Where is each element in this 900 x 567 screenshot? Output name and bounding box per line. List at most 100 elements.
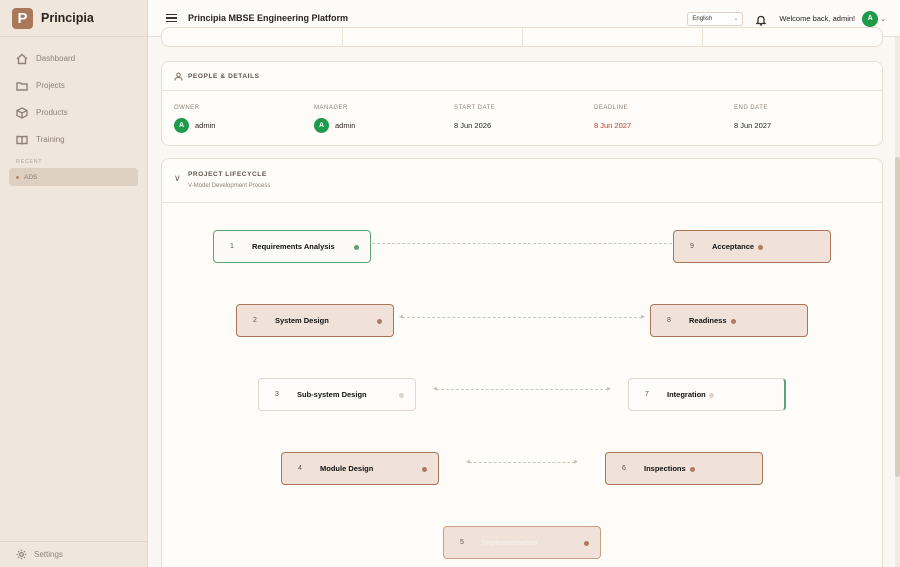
node-number: 1 — [230, 243, 234, 250]
user-avatar[interactable]: A — [862, 10, 879, 27]
chevron-down-icon[interactable]: ⌄ — [880, 15, 886, 23]
user-icon — [174, 71, 183, 81]
status-dot-icon — [584, 541, 589, 546]
card-subtitle: V-Model Development Process — [188, 183, 271, 189]
status-dot-icon — [422, 467, 427, 472]
people-details-card: PEOPLE & DETAILS OWNER A admin MANAGER A… — [161, 61, 883, 146]
connector-1-9 — [372, 243, 672, 244]
recent-item-ads[interactable]: ADS — [9, 168, 138, 186]
end-date-value: 8 Jun 2027 — [734, 120, 772, 130]
sidebar-item-dashboard[interactable]: Dashboard — [0, 45, 147, 72]
node-label: Sub-system Design — [297, 390, 367, 399]
brand[interactable]: P Principia — [0, 0, 147, 37]
node-label: Readiness — [689, 316, 727, 325]
welcome-text: Welcome back, admin! — [779, 14, 856, 23]
folder-icon — [16, 81, 28, 91]
sidebar-item-products[interactable]: Products — [0, 99, 147, 126]
status-dot-icon — [709, 393, 714, 398]
deadline-label: DEADLINE — [594, 105, 629, 111]
node-number: 9 — [690, 243, 694, 250]
manager-value: admin — [335, 120, 356, 130]
recent-item-label: ADS — [24, 173, 38, 181]
brand-name: Principia — [41, 11, 94, 25]
deadline-value: 8 Jun 2027 — [594, 120, 632, 130]
status-dot-icon — [731, 319, 736, 324]
sidebar-item-label: Projects — [36, 81, 65, 90]
main-scrollbar[interactable] — [895, 37, 900, 567]
node-number: 8 — [667, 317, 671, 324]
end-date-label: END DATE — [734, 105, 768, 111]
bell-icon[interactable] — [755, 13, 767, 26]
lifecycle-node-integration[interactable]: 7 Integration — [628, 378, 786, 411]
connector-3-7: ◀ ▶ — [433, 386, 611, 392]
settings-label: Settings — [34, 550, 63, 559]
lifecycle-node-readiness[interactable]: 8 Readiness — [650, 304, 808, 337]
avatar: A — [314, 117, 329, 133]
sidebar-item-settings[interactable]: Settings — [0, 541, 148, 567]
owner-field: OWNER A admin — [174, 105, 314, 133]
sidebar-item-training[interactable]: Training — [0, 126, 147, 153]
connector-2-8: ◀ ▶ — [399, 314, 645, 320]
sidebar-item-label: Training — [36, 135, 65, 144]
book-icon — [16, 135, 28, 145]
node-label: Module Design — [320, 464, 374, 473]
node-number: 7 — [645, 391, 649, 398]
status-dot-icon — [354, 245, 359, 250]
node-number: 3 — [275, 391, 279, 398]
project-stats-card — [161, 27, 883, 47]
end-date-field: END DATE 8 Jun 2027 — [734, 105, 874, 133]
node-number: 4 — [298, 465, 302, 472]
app-title: Principia MBSE Engineering Platform — [188, 13, 349, 23]
chevron-down-icon: ⌄ — [733, 16, 739, 22]
status-dot-icon — [399, 393, 404, 398]
recent-dot-icon — [16, 175, 19, 179]
sidebar: P Principia Dashboard Projects Products … — [0, 0, 148, 567]
node-label: Requirements Analysis — [252, 242, 335, 251]
owner-value: admin — [195, 120, 216, 130]
lifecycle-node-system-design[interactable]: 2 System Design — [236, 304, 394, 337]
sidebar-item-label: Products — [36, 108, 68, 117]
status-dot-icon — [758, 245, 763, 250]
card-title: PROJECT LIFECYCLE — [188, 171, 267, 178]
recent-title: RECENT — [16, 159, 43, 165]
lifecycle-node-inspections[interactable]: 6 Inspections — [605, 452, 763, 485]
sidebar-nav: Dashboard Projects Products Training — [0, 37, 147, 153]
manager-label: MANAGER — [314, 105, 348, 111]
scroll-thumb[interactable] — [895, 157, 900, 477]
lifecycle-node-implementation[interactable]: 5 Implementation — [443, 526, 601, 559]
logo: P — [12, 7, 33, 29]
node-number: 6 — [622, 465, 626, 472]
chevron-down-icon[interactable]: ∨ — [174, 173, 181, 184]
node-number: 5 — [460, 539, 464, 546]
connector-4-6: ◀ ▶ — [466, 459, 578, 465]
manager-field: MANAGER A admin — [314, 105, 454, 133]
node-label: Implementation — [482, 538, 538, 547]
node-number: 2 — [253, 317, 257, 324]
home-icon — [16, 53, 28, 64]
avatar: A — [174, 117, 189, 133]
gear-icon — [16, 549, 27, 560]
sidebar-item-projects[interactable]: Projects — [0, 72, 147, 99]
start-date-label: START DATE — [454, 105, 496, 111]
status-dot-icon — [377, 319, 382, 324]
lifecycle-node-module-design[interactable]: 4 Module Design — [281, 452, 439, 485]
card-title: PEOPLE & DETAILS — [188, 72, 260, 80]
deadline-field: DEADLINE 8 Jun 2027 — [594, 105, 734, 133]
node-label: Inspections — [644, 464, 686, 473]
lifecycle-header[interactable]: ∨ PROJECT LIFECYCLE V-Model Development … — [162, 159, 882, 203]
node-label: Acceptance — [712, 242, 755, 251]
node-label: System Design — [275, 316, 329, 325]
lifecycle-node-requirements-analysis[interactable]: 1 Requirements Analysis — [213, 230, 371, 263]
start-date-field: START DATE 8 Jun 2026 — [454, 105, 594, 133]
status-dot-icon — [690, 467, 695, 472]
lifecycle-node-sub-system-design[interactable]: 3 Sub-system Design — [258, 378, 416, 411]
project-lifecycle-card: ∨ PROJECT LIFECYCLE V-Model Development … — [161, 158, 883, 567]
language-value: English — [692, 15, 713, 22]
node-label: Integration — [667, 390, 706, 399]
language-select[interactable]: English ⌄ — [687, 11, 744, 26]
start-date-value: 8 Jun 2026 — [454, 120, 492, 130]
owner-label: OWNER — [174, 105, 200, 111]
sidebar-item-label: Dashboard — [36, 54, 76, 63]
lifecycle-node-acceptance[interactable]: 9 Acceptance — [673, 230, 831, 263]
menu-icon[interactable] — [166, 13, 177, 23]
